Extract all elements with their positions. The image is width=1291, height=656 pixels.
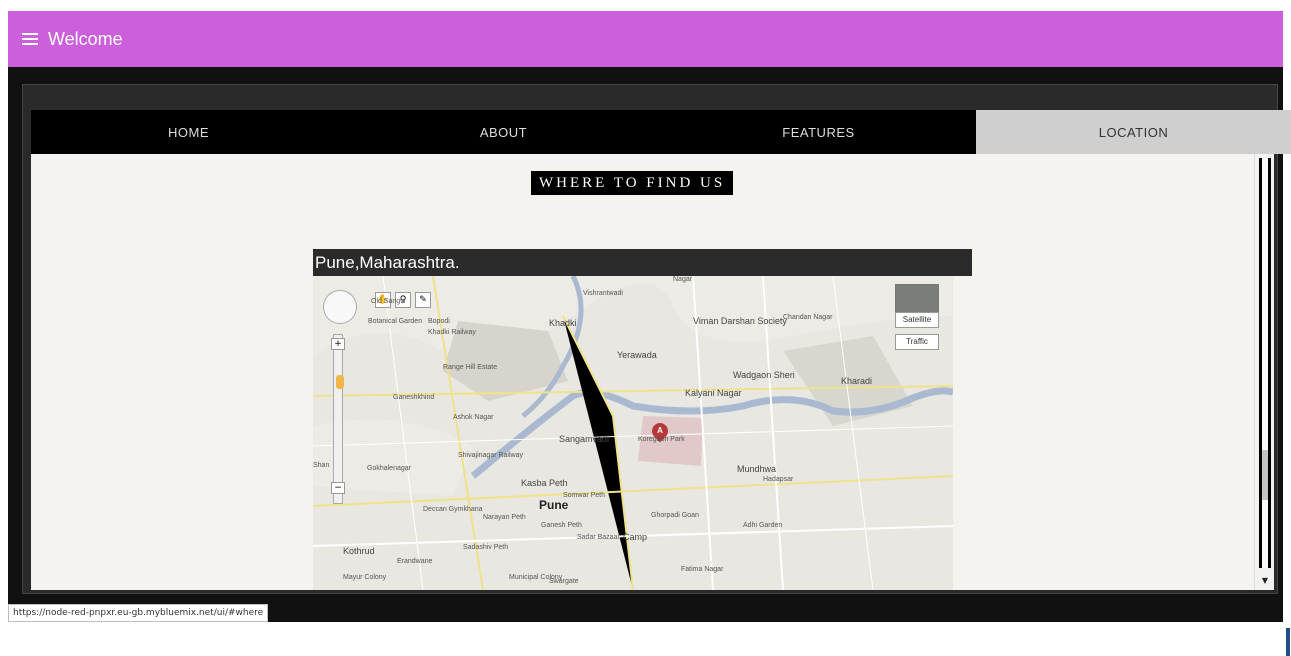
map-label: Kalyani Nagar (685, 388, 742, 398)
map-label: Gokhalenagar (367, 465, 411, 472)
map-label: Kasba Peth (521, 478, 568, 488)
map-label: Botanical Garden (368, 318, 423, 325)
zoom-slider[interactable] (333, 334, 343, 504)
zoom-in-icon[interactable]: + (331, 338, 345, 350)
map-label: Hadapsar (763, 476, 794, 483)
app-header: Welcome (8, 11, 1285, 67)
map-label: Ganeshkhind (393, 394, 435, 401)
map-label: Range Hill Estate (443, 364, 498, 371)
map-label: Khadki (549, 318, 577, 328)
map-label: Shivajinagar Railway (458, 452, 523, 459)
hamburger-icon[interactable] (22, 33, 38, 45)
edge-marker (1286, 628, 1290, 656)
map-label: Mundhwa (737, 464, 777, 474)
status-url-bar: https://node-red-pnpxr.eu-gb.mybluemix.n… (8, 604, 269, 622)
map-label: Ashok Nagar (453, 414, 494, 421)
map-label: Camp (623, 532, 648, 542)
map-label: Shan (313, 462, 330, 469)
page-title: Welcome (48, 28, 123, 49)
tab-about[interactable]: ABOUT (346, 110, 661, 154)
scroll-thumb[interactable] (1262, 450, 1268, 500)
map-label: Deccan Gymkhana (423, 506, 483, 513)
map-label: Somwar Peth (563, 492, 606, 499)
map-label: Erandwane (397, 558, 433, 565)
map-label: Yerawada (617, 350, 657, 360)
map-label: Viman Darshan Society (693, 316, 787, 326)
zoom-out-icon[interactable]: − (331, 482, 345, 494)
map-label: Adhi Garden (743, 522, 783, 529)
map-label: Vishrantwadi (583, 290, 623, 297)
tab-bar: HOME ABOUT FEATURES LOCATION (31, 110, 1291, 154)
map-label: Bopodi (428, 318, 450, 325)
tab-location[interactable]: LOCATION (976, 110, 1291, 154)
map-view[interactable]: ✋ ⚲ ✎ + − Satellite Traffic A Nagar Vish… (313, 276, 953, 590)
right-edge (1283, 0, 1291, 656)
map-label: Khadki Railway (428, 329, 476, 336)
tab-features[interactable]: FEATURES (661, 110, 976, 154)
map-label: Narayan Peth (483, 514, 526, 521)
map-label: Wadgaon Sheri (733, 370, 795, 380)
map-label: Sangamvadi (559, 434, 610, 444)
map-label: Sadar Bazaar (577, 534, 620, 541)
map-label: Ganesh Peth (541, 522, 582, 529)
map-label: Kharadi (841, 376, 873, 386)
street-view-pegman-icon[interactable] (336, 375, 344, 389)
scroll-track (1259, 158, 1271, 568)
satellite-button[interactable]: Satellite (895, 312, 939, 328)
map-label: Municipal Colony (509, 574, 563, 581)
page: Welcome HOME ABOUT FEATURES LOCATION WHE… (0, 0, 1291, 656)
pan-control-icon[interactable] (323, 290, 357, 324)
scroll-down-icon[interactable]: ▼ (1260, 576, 1270, 586)
map-label: Koregaon Park (638, 436, 685, 443)
tab-home[interactable]: HOME (31, 110, 346, 154)
draw-tool-icon[interactable]: ✎ (415, 292, 431, 308)
section-title: WHERE TO FIND US (531, 171, 734, 195)
map-label: Ghorpadi Goan (651, 512, 699, 519)
map-label: Mayur Colony (343, 574, 387, 581)
content-scrollbar[interactable]: ▼ (1254, 154, 1274, 590)
location-panel[interactable]: WHERE TO FIND US Pune,Maharashtra. ✋ ⚲ ✎… (31, 154, 1254, 590)
map-label: Chandan Nagar (783, 314, 833, 321)
map-label: Old Sangvi (371, 298, 406, 305)
map-label: Pune (539, 498, 569, 512)
map-label: Sadashiv Peth (463, 544, 509, 551)
map-label: Nagar (673, 276, 693, 283)
map-header: Pune,Maharashtra. (313, 249, 972, 276)
map-label: Kothrud (343, 546, 375, 556)
traffic-button[interactable]: Traffic (895, 334, 939, 350)
map-label: Fatima Nagar (681, 566, 724, 573)
